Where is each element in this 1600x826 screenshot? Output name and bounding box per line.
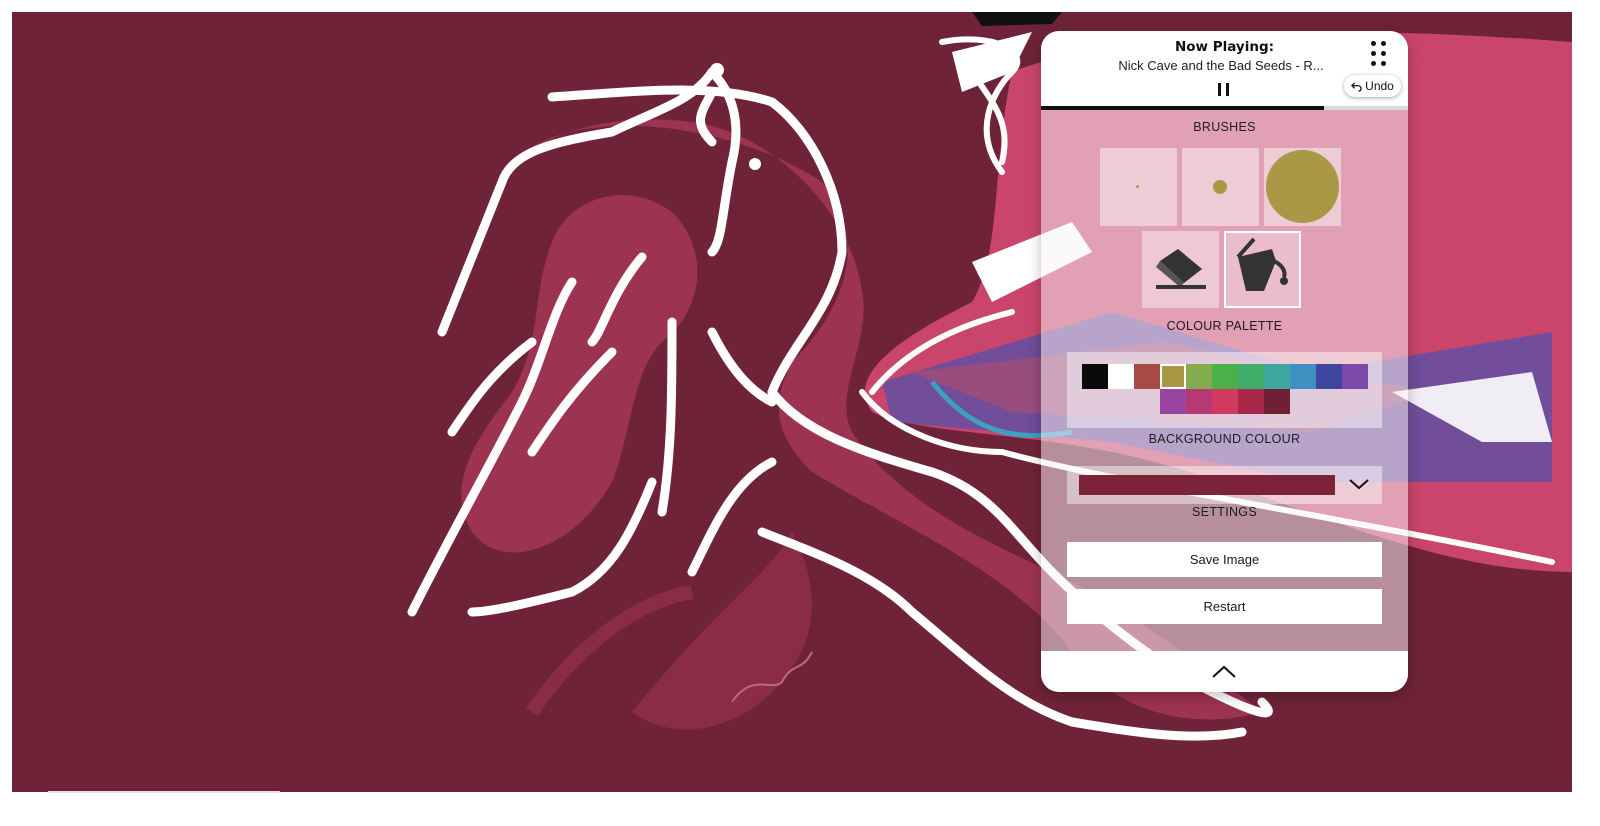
palette-swatch[interactable]	[1211, 364, 1238, 389]
palette-swatch[interactable]	[1185, 364, 1212, 389]
small-brush[interactable]	[1100, 148, 1177, 226]
undo-button[interactable]: Undo	[1344, 75, 1401, 97]
restart-button[interactable]: Restart	[1067, 589, 1382, 624]
medium-brush[interactable]	[1182, 148, 1259, 226]
background-colour-swatch	[1079, 475, 1335, 495]
palette-swatch[interactable]	[1211, 389, 1238, 414]
palette-swatch[interactable]	[1237, 364, 1264, 389]
paint-bucket-icon	[1236, 237, 1288, 291]
track-progress-fill	[1041, 106, 1324, 110]
undo-icon	[1351, 81, 1362, 92]
colour-palette-heading: COLOUR PALETTE	[1166, 319, 1283, 333]
settings-heading: SETTINGS	[1192, 505, 1257, 519]
palette-swatch[interactable]	[1081, 364, 1108, 389]
collapse-panel-button[interactable]	[1041, 651, 1408, 692]
palette-swatch[interactable]	[1133, 364, 1160, 389]
brushes-heading: BRUSHES	[1193, 120, 1256, 134]
now-playing-title: Now Playing:	[1174, 39, 1275, 55]
palette-swatch[interactable]	[1289, 364, 1316, 389]
canvas-bottom-edge	[48, 791, 280, 793]
chevron-down-icon	[1349, 479, 1369, 490]
palette-swatch[interactable]	[1159, 364, 1186, 389]
undo-label: Undo	[1365, 79, 1394, 93]
colour-palette	[1067, 352, 1382, 428]
chevron-up-icon	[1212, 665, 1236, 678]
background-colour-heading: BACKGROUND COLOUR	[1148, 432, 1301, 446]
track-progress-bar[interactable]	[1041, 106, 1408, 110]
palette-swatch[interactable]	[1237, 389, 1264, 414]
palette-swatch[interactable]	[1341, 364, 1368, 389]
palette-swatch[interactable]	[1107, 364, 1134, 389]
now-playing-track: Nick Cave and the Bad Seeds - R...	[1118, 58, 1324, 73]
palette-swatch[interactable]	[1185, 389, 1212, 414]
eraser-tool[interactable]	[1142, 231, 1219, 308]
pause-icon[interactable]	[1214, 81, 1234, 99]
palette-swatch[interactable]	[1159, 389, 1186, 414]
palette-swatch[interactable]	[1263, 389, 1290, 414]
palette-swatch[interactable]	[1315, 364, 1342, 389]
palette-swatch[interactable]	[1263, 364, 1290, 389]
large-brush[interactable]	[1264, 148, 1341, 226]
save-image-button[interactable]: Save Image	[1067, 542, 1382, 577]
control-panel: Now Playing: Nick Cave and the Bad Seeds…	[1041, 31, 1408, 692]
eraser-icon	[1156, 249, 1206, 289]
now-playing-header: Now Playing: Nick Cave and the Bad Seeds…	[1041, 31, 1408, 109]
grid-dots-icon[interactable]	[1370, 40, 1388, 68]
background-colour-select[interactable]	[1067, 466, 1382, 504]
paint-bucket-tool[interactable]	[1224, 231, 1301, 308]
